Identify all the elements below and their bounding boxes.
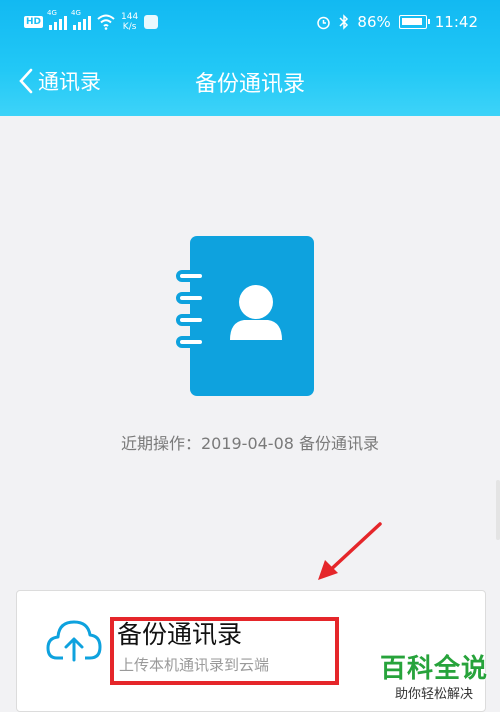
clock: 11:42: [434, 13, 478, 31]
signal-icon: 4G: [71, 9, 92, 30]
highlight-box-annotation: [110, 617, 339, 685]
status-bar: HD 4G 4G 144 K/s 86% 11:42: [0, 0, 500, 48]
cloud-upload-icon: [46, 620, 102, 662]
bluetooth-icon: [339, 14, 349, 30]
watermark-logo: 百科全说 助你轻松解决: [372, 648, 496, 702]
network-type-label: 4G: [47, 9, 57, 17]
wifi-icon: [97, 14, 115, 30]
page-title: 备份通讯录: [194, 72, 305, 97]
alarm-icon: [317, 16, 331, 29]
signal-icon: 4G: [47, 9, 68, 30]
status-right: 86% 11:42: [316, 13, 478, 31]
watermark-sub: 助你轻松解决: [394, 687, 473, 702]
hd-badge: HD: [24, 16, 44, 28]
battery-icon: [398, 15, 430, 29]
speed-value: 144: [121, 12, 139, 22]
network-type-label: 4G: [71, 9, 81, 17]
watermark-main: 百科全说: [379, 654, 488, 684]
contact-book-icon: [176, 236, 314, 396]
scrollbar[interactable]: [496, 480, 500, 540]
app-notification-icon: [144, 15, 159, 29]
speed-unit: K/s: [122, 22, 137, 32]
network-speed: 144 K/s: [121, 12, 138, 32]
battery-percent: 86%: [357, 13, 391, 31]
arrow-annotation: [318, 522, 382, 580]
app-header: HD 4G 4G 144 K/s 86% 11:42 通讯录 备份通讯录: [0, 0, 500, 116]
status-left: HD 4G 4G 144 K/s: [24, 9, 159, 32]
last-operation-text: 近期操作：2019-04-08 备份通讯录: [120, 434, 380, 453]
